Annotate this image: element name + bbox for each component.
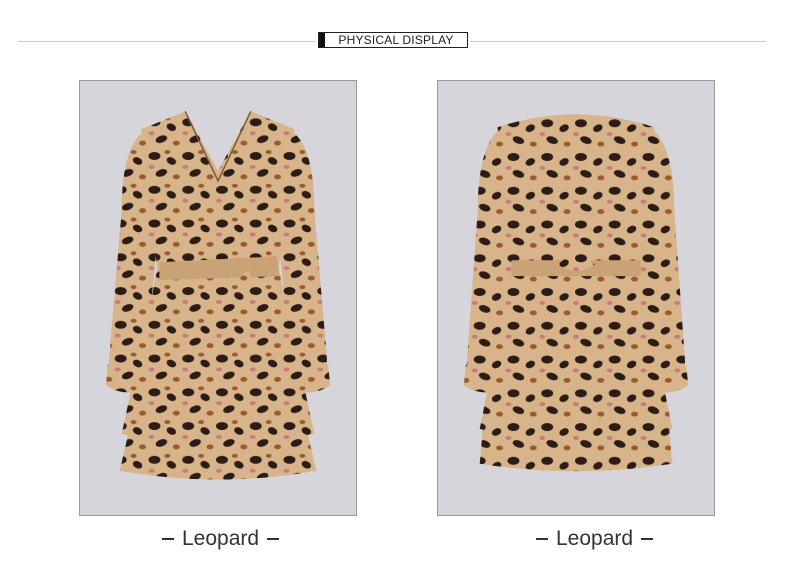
caption-front-text: Leopard: [182, 527, 260, 550]
product-photo-front: [79, 80, 357, 516]
section-title: PHYSICAL DISPLAY: [338, 33, 454, 47]
caption-dash-left: [162, 538, 174, 540]
header-divider-right: [470, 41, 766, 42]
product-photo-back: [437, 80, 715, 516]
caption-dash-right: [641, 538, 654, 540]
caption-dash-left: [536, 538, 548, 540]
dress-back-image: [463, 114, 689, 472]
dress-front-image: [105, 111, 331, 480]
section-title-badge: PHYSICAL DISPLAY: [318, 32, 468, 48]
caption-dash-right: [267, 538, 280, 540]
caption-back-text: Leopard: [556, 527, 634, 550]
caption-back: Leopard: [536, 526, 654, 552]
header-divider-left: [18, 41, 316, 42]
caption-front: Leopard: [162, 526, 280, 552]
